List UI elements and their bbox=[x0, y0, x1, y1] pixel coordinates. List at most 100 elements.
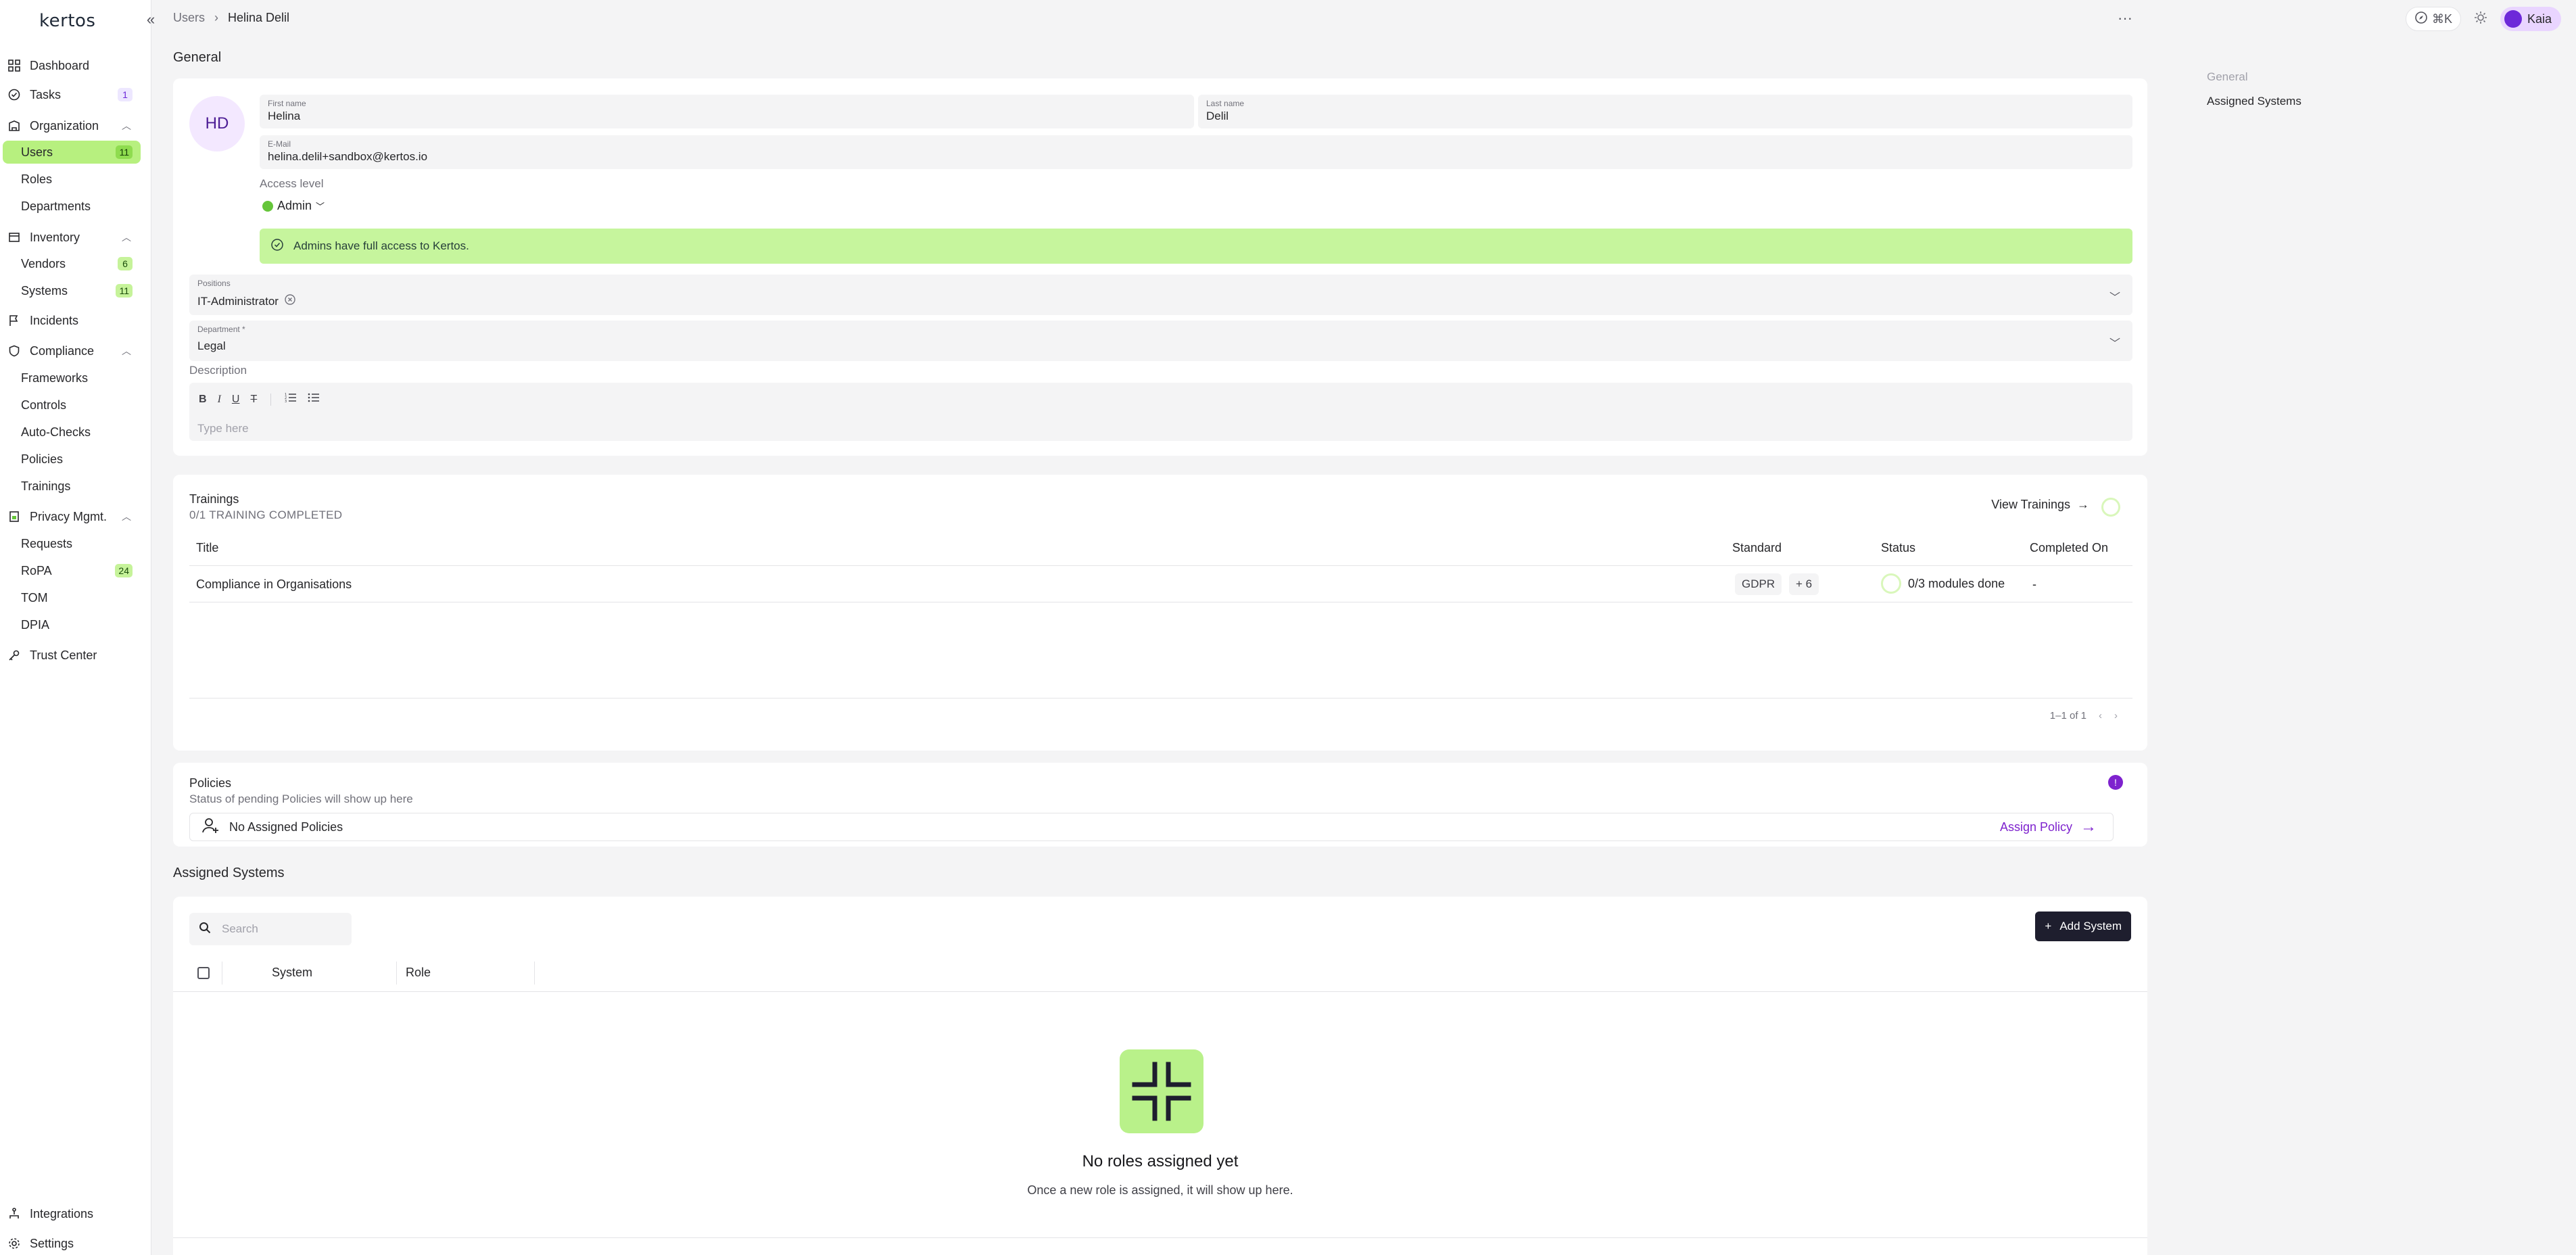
access-level-select[interactable]: Admin ﹀ bbox=[262, 199, 325, 213]
add-system-button[interactable]: + Add System bbox=[2035, 911, 2131, 941]
col-completed-on[interactable]: Completed On bbox=[2030, 541, 2108, 555]
ordered-list-icon[interactable]: 123 bbox=[285, 392, 297, 406]
sidebar-item-label: RoPA bbox=[21, 563, 52, 577]
user-menu-button[interactable]: Kaia bbox=[2500, 7, 2562, 31]
sidebar-item-label: Departments bbox=[21, 199, 91, 213]
email-field[interactable]: E-Mail helina.delil+sandbox@kertos.io bbox=[260, 135, 2132, 169]
col-standard[interactable]: Standard bbox=[1732, 541, 1782, 555]
top-right-controls: ⌘K Kaia bbox=[2406, 7, 2562, 31]
chevron-right-icon: › bbox=[214, 11, 219, 24]
theme-toggle-icon[interactable] bbox=[2473, 10, 2488, 28]
kertos-logo: kertos bbox=[39, 11, 96, 31]
remove-chip-icon[interactable] bbox=[284, 293, 296, 309]
collapse-sidebar-icon[interactable]: « bbox=[141, 9, 161, 30]
column-divider bbox=[534, 962, 535, 985]
department-select[interactable]: Department * Legal ﹀ bbox=[189, 321, 2132, 361]
sidebar-item-dpia[interactable]: DPIA bbox=[3, 613, 141, 636]
sidebar-item-inventory[interactable]: Inventory ︿ bbox=[3, 226, 141, 249]
first-name-label: First name bbox=[268, 99, 306, 108]
underline-icon[interactable]: U bbox=[232, 394, 240, 406]
gear-icon bbox=[5, 1235, 23, 1252]
sidebar-item-systems[interactable]: Systems 11 bbox=[3, 279, 141, 302]
chevron-up-icon[interactable]: ︿ bbox=[122, 510, 131, 523]
col-title[interactable]: Title bbox=[196, 541, 218, 555]
sidebar-item-controls[interactable]: Controls bbox=[3, 394, 141, 417]
sidebar-item-requests[interactable]: Requests bbox=[3, 532, 141, 555]
positions-select[interactable]: Positions IT-Administrator ﹀ bbox=[189, 275, 2132, 315]
trainings-subtitle: 0/1 TRAINING COMPLETED bbox=[189, 508, 343, 521]
sidebar-item-auto-checks[interactable]: Auto-Checks bbox=[3, 421, 141, 444]
sidebar-item-roles[interactable]: Roles bbox=[3, 168, 141, 191]
ropa-count-badge: 24 bbox=[115, 564, 133, 577]
sidebar-item-label: Policies bbox=[21, 452, 64, 466]
col-role[interactable]: Role bbox=[406, 966, 431, 980]
view-trainings-link[interactable]: View Trainings → bbox=[1991, 498, 2089, 512]
building-icon bbox=[5, 117, 23, 135]
sidebar-item-label: Dashboard bbox=[30, 58, 90, 72]
sidebar-item-tom[interactable]: TOM bbox=[3, 586, 141, 609]
sidebar-item-incidents[interactable]: Incidents bbox=[3, 309, 141, 332]
search-input[interactable]: Search bbox=[189, 913, 352, 945]
access-level-label: Access level bbox=[260, 177, 324, 190]
email-value: helina.delil+sandbox@kertos.io bbox=[268, 150, 428, 163]
more-options-icon[interactable]: ··· bbox=[2118, 9, 2132, 27]
sidebar-item-label: Frameworks bbox=[21, 371, 89, 385]
breadcrumb-users-link[interactable]: Users bbox=[173, 11, 205, 25]
assign-policy-link[interactable]: Assign Policy → bbox=[2000, 818, 2097, 836]
warning-badge-icon: ! bbox=[2108, 775, 2123, 790]
section-title-general: General bbox=[173, 50, 222, 65]
chevron-down-icon: ﹀ bbox=[316, 202, 325, 212]
chevron-left-icon[interactable]: ‹ bbox=[2099, 710, 2102, 721]
user-avatar[interactable]: HD bbox=[189, 96, 245, 151]
command-palette-button[interactable]: ⌘K bbox=[2406, 7, 2462, 31]
policies-title: Policies bbox=[189, 776, 232, 790]
toc-item-assigned-systems[interactable]: Assigned Systems bbox=[2207, 95, 2301, 108]
breadcrumb-current: Helina Delil bbox=[228, 11, 290, 24]
sidebar-item-frameworks[interactable]: Frameworks bbox=[3, 366, 141, 389]
chevron-up-icon[interactable]: ︿ bbox=[122, 119, 131, 133]
sidebar-item-label: Requests bbox=[21, 536, 73, 550]
sidebar-item-integrations[interactable]: Integrations bbox=[3, 1202, 141, 1225]
sidebar-item-dashboard[interactable]: Dashboard bbox=[3, 54, 141, 77]
sidebar-item-organization[interactable]: Organization ︿ bbox=[3, 114, 141, 137]
description-editor[interactable]: B I U T 123 Type here bbox=[189, 383, 2132, 441]
sidebar-item-ropa[interactable]: RoPA 24 bbox=[3, 559, 141, 582]
first-name-field[interactable]: First name Helina bbox=[260, 95, 1194, 128]
italic-icon[interactable]: I bbox=[218, 394, 221, 406]
training-title[interactable]: Compliance in Organisations bbox=[196, 577, 352, 592]
sidebar-item-departments[interactable]: Departments bbox=[3, 195, 141, 218]
col-status[interactable]: Status bbox=[1881, 541, 1915, 555]
select-all-checkbox[interactable] bbox=[197, 967, 210, 979]
sidebar-item-trainings[interactable]: Trainings bbox=[3, 475, 141, 498]
sidebar-item-users[interactable]: Users 11 bbox=[3, 141, 141, 164]
bold-icon[interactable]: B bbox=[199, 394, 207, 406]
policies-card: Policies Status of pending Policies will… bbox=[173, 763, 2147, 847]
sidebar-item-trust-center[interactable]: Trust Center bbox=[3, 644, 141, 667]
editor-toolbar: B I U T 123 bbox=[199, 392, 320, 406]
more-standards-chip[interactable]: + 6 bbox=[1789, 573, 1819, 595]
chevron-down-icon[interactable]: ﹀ bbox=[2109, 288, 2120, 304]
sidebar-item-label: Systems bbox=[21, 283, 68, 298]
last-name-field[interactable]: Last name Delil bbox=[1198, 95, 2132, 128]
col-system[interactable]: System bbox=[272, 966, 312, 980]
key-icon bbox=[5, 646, 23, 664]
bullet-list-icon[interactable] bbox=[308, 392, 320, 406]
positions-chip: IT-Administrator bbox=[197, 293, 296, 309]
sidebar-item-vendors[interactable]: Vendors 6 bbox=[3, 252, 141, 275]
chevron-up-icon[interactable]: ︿ bbox=[122, 231, 131, 244]
toolbar-divider bbox=[270, 393, 272, 406]
flag-icon bbox=[5, 312, 23, 329]
sidebar-item-tasks[interactable]: Tasks 1 bbox=[3, 83, 141, 106]
vendors-count-badge: 6 bbox=[118, 257, 133, 270]
sidebar-item-settings[interactable]: Settings bbox=[3, 1232, 141, 1255]
chevron-up-icon[interactable]: ︿ bbox=[122, 344, 131, 358]
chevron-right-icon[interactable]: › bbox=[2114, 710, 2118, 721]
strikethrough-icon[interactable]: T bbox=[250, 394, 257, 406]
sidebar-item-privacy-mgmt[interactable]: Privacy Mgmt. ︿ bbox=[3, 505, 141, 528]
sidebar-item-label: Vendors bbox=[21, 256, 66, 270]
sidebar-item-compliance[interactable]: Compliance ︿ bbox=[3, 339, 141, 362]
toc-item-general[interactable]: General bbox=[2207, 70, 2301, 84]
sidebar-item-policies[interactable]: Policies bbox=[3, 448, 141, 471]
breadcrumb: Users › Helina Delil bbox=[173, 11, 289, 25]
chevron-down-icon[interactable]: ﹀ bbox=[2109, 334, 2120, 350]
